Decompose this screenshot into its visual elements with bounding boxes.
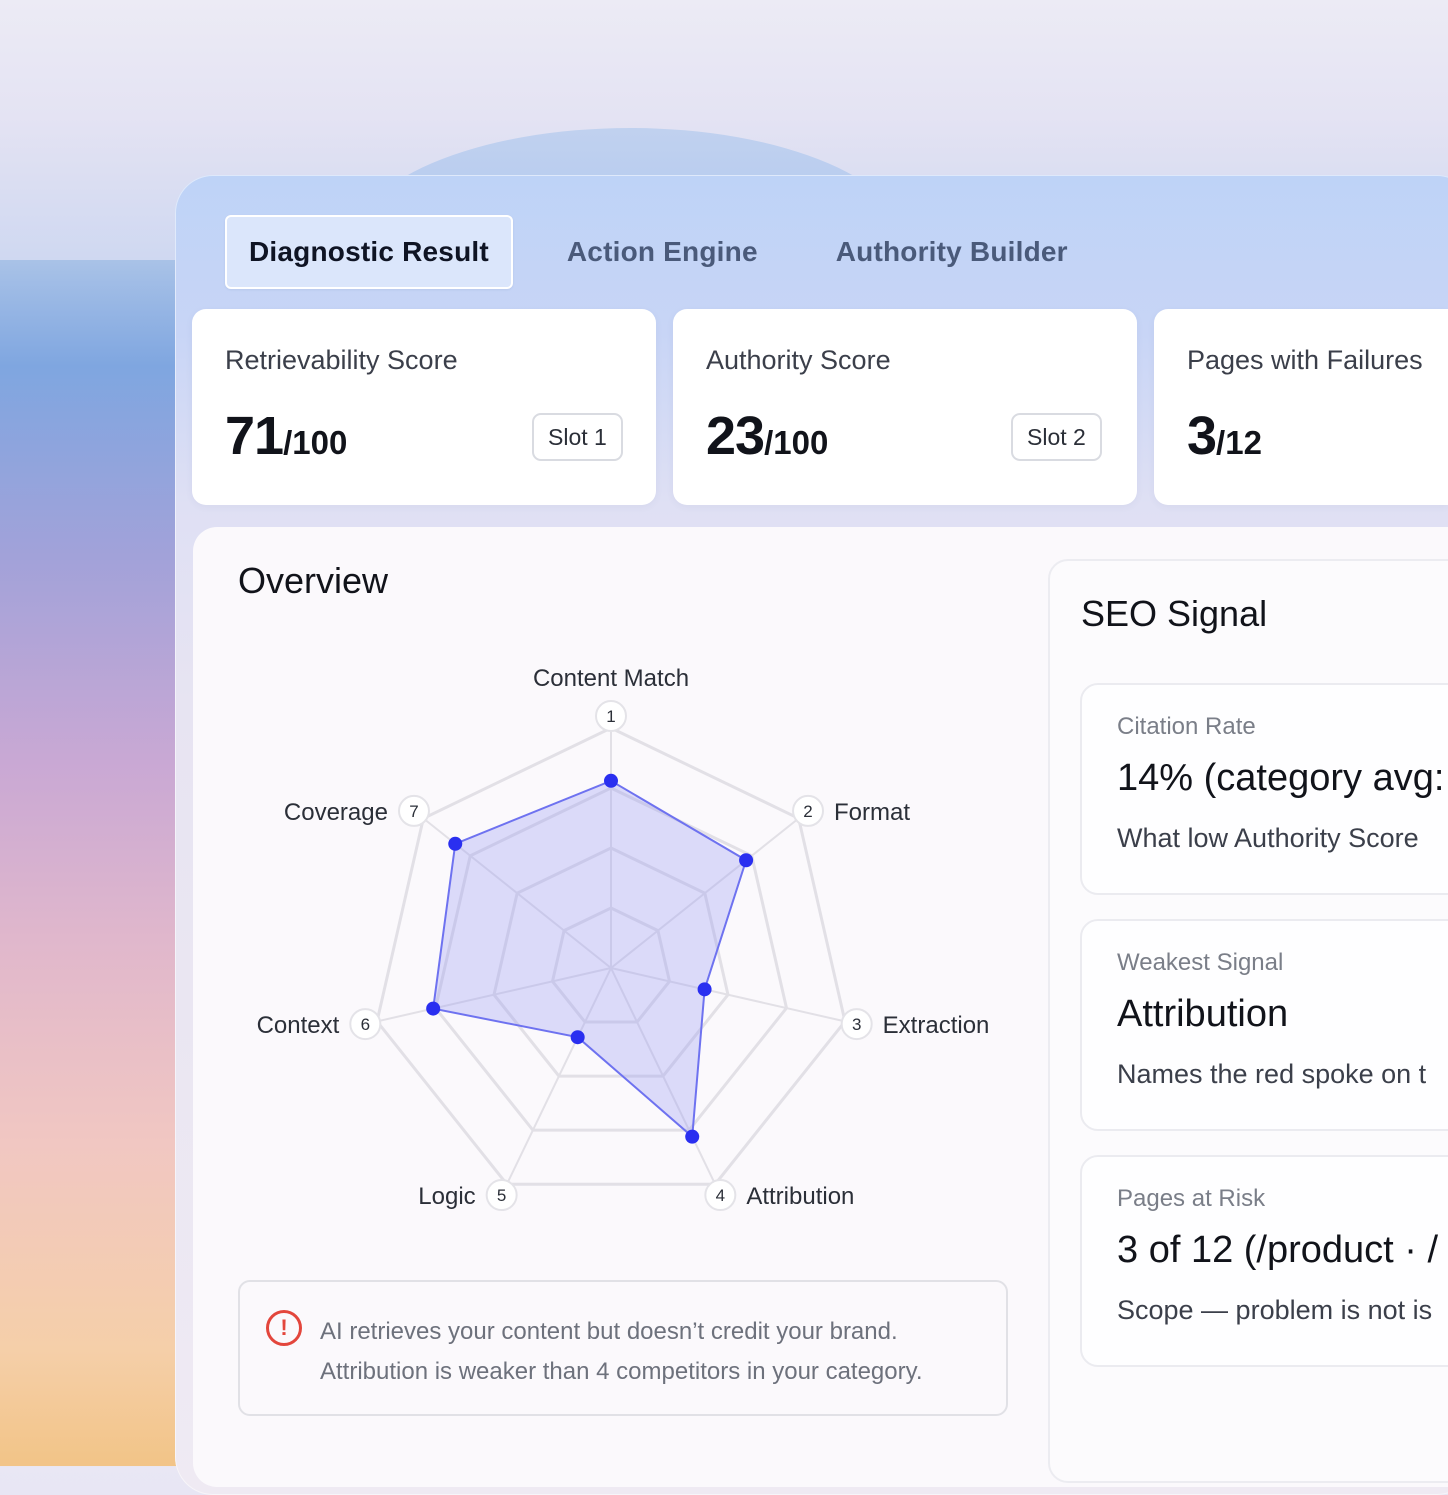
alert-line-2: Attribution is weaker than 4 competitors… [320,1358,923,1385]
tab-diagnostic-result[interactable]: Diagnostic Result [225,215,513,289]
card-label: Pages with Failures [1187,345,1423,375]
radar-data-point [604,773,618,788]
signal-label: Pages at Risk [1117,1185,1266,1212]
radar-axis-label: Extraction [883,1012,990,1039]
signal-card-citation-rate: Citation Rate 14% (category avg: What lo… [1080,683,1448,895]
card-label: Retrievability Score [225,345,458,375]
signal-card-weakest-signal: Weakest Signal Attribution Names the red… [1080,919,1448,1131]
radar-axis-index: 3 [852,1015,861,1034]
signal-desc: Names the red spoke on t [1117,1059,1427,1089]
radar-data-point [685,1129,700,1144]
score-number: 3 [1187,406,1217,466]
tab-authority-builder[interactable]: Authority Builder [812,217,1092,287]
slot-badge[interactable]: Slot 2 [1011,413,1102,461]
radar-data-point [426,1001,441,1016]
signal-value: 3 of 12 (/product · / [1117,1229,1439,1271]
radar-axis-index: 7 [409,802,418,821]
radar-axis-label: Context [257,1012,340,1039]
alert-text: AI retrieves your content but doesn’t cr… [320,1312,923,1392]
radar-chart: 1 Content Match 2 Format 3 Extraction 4 Attribu… [257,665,990,1212]
radar-axis-label: Format [834,799,910,826]
pages-with-failures-card: Pages with Failures 3/12 [1154,309,1448,505]
radar-axis-label: Coverage [284,799,388,826]
card-label: Authority Score [706,345,891,375]
alert-line-1: AI retrieves your content but doesn’t cr… [320,1318,898,1345]
signal-value: 14% (category avg: [1117,757,1445,799]
score-number: 23 [706,406,765,466]
tab-bar: Diagnostic Result Action Engine Authorit… [225,215,1122,289]
radar-axis-index: 1 [606,707,615,726]
authority-score-card: Authority Score 23/100 Slot 2 [673,309,1137,505]
score-denominator: /100 [283,424,348,461]
signal-desc: What low Authority Score [1117,823,1419,853]
card-value: 71/100 [225,405,347,467]
radar-data-point [448,836,463,851]
score-denominator: /12 [1216,424,1262,461]
signal-label: Citation Rate [1117,713,1256,740]
radar-series-area [432,779,748,1139]
signal-label: Weakest Signal [1117,949,1284,976]
radar-axis-index: 6 [361,1015,370,1034]
card-value: 3/12 [1187,405,1262,467]
alert-box: ! AI retrieves your content but doesn’t … [238,1280,1008,1416]
radar-data-point [697,982,712,997]
signal-desc: Scope — problem is not is [1117,1295,1433,1325]
overview-title: Overview [238,560,389,601]
card-value: 23/100 [706,405,828,467]
alert-circle-icon: ! [266,1310,302,1346]
retrievability-score-card: Retrievability Score 71/100 Slot 1 [192,309,656,505]
signal-value: Attribution [1117,993,1289,1035]
slot-badge[interactable]: Slot 1 [532,413,623,461]
radar-axis-index: 4 [716,1186,725,1205]
radar-axis-index: 2 [803,802,812,821]
radar-axis-label: Content Match [533,665,689,692]
signal-card-pages-at-risk: Pages at Risk 3 of 12 (/product · / Scop… [1080,1155,1448,1367]
radar-axis-label: Attribution [746,1183,854,1210]
radar-axis-label: Logic [418,1183,475,1210]
radar-axis-index: 5 [497,1186,506,1205]
tab-action-engine[interactable]: Action Engine [543,217,782,287]
radar-data-point [739,853,754,868]
score-denominator: /100 [764,424,829,461]
score-number: 71 [225,406,284,466]
seo-signal-title: SEO Signal [1081,593,1268,634]
radar-data-point [570,1030,585,1045]
